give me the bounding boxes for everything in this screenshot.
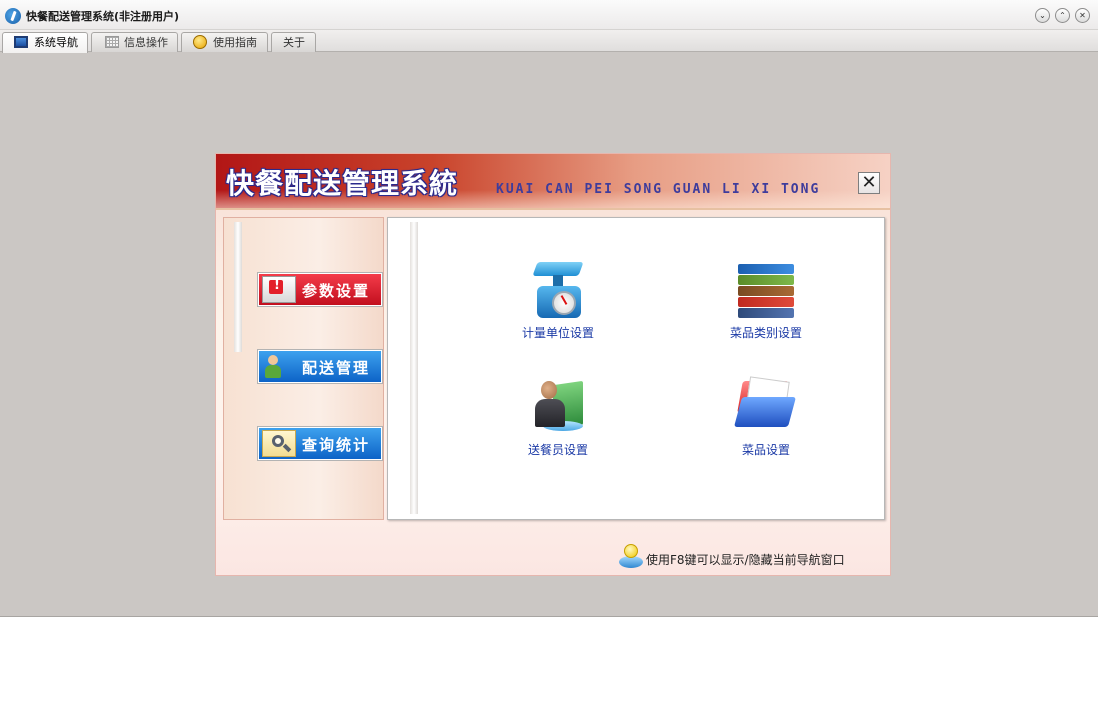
tab-info-operation[interactable]: 信息操作 (91, 32, 178, 52)
person-folder-icon (533, 375, 587, 437)
function-label: 菜品设置 (741, 443, 790, 457)
lightbulb-icon (619, 544, 643, 570)
decorative-stripe (234, 222, 242, 352)
app-logo-icon (5, 8, 21, 24)
chevron-down-icon[interactable]: ⌄ (1035, 8, 1050, 23)
delivery-person-icon (262, 353, 296, 380)
function-label: 送餐员设置 (527, 443, 588, 457)
tab-label: 系统导航 (34, 36, 78, 49)
panel-close-button[interactable]: ✕ (858, 172, 880, 194)
grid-icon (105, 36, 119, 48)
panel-subtitle: KUAI CAN PEI SONG GUAN LI XI TONG (496, 182, 821, 197)
tab-about[interactable]: 关于 (271, 32, 316, 52)
function-courier-settings[interactable]: 送餐员设置 (498, 371, 618, 461)
menu-button-query-statistics[interactable]: 查询统计 (257, 426, 383, 461)
monitor-icon (14, 36, 28, 48)
books-icon (736, 258, 794, 320)
function-dish-category-settings[interactable]: 菜品类别设置 (706, 254, 826, 344)
function-unit-settings[interactable]: 计量单位设置 (498, 254, 618, 344)
tab-user-guide[interactable]: 使用指南 (181, 32, 268, 52)
tab-label: 使用指南 (213, 36, 257, 49)
menu-button-delivery-management[interactable]: 配送管理 (257, 349, 383, 384)
app-window: 快餐配送管理系统(非注册用户) ⌄ ⌃ ✕ 系统导航 信息操作 使用指南 关于 … (0, 0, 1098, 617)
window-title: 快餐配送管理系统(非注册用户) (26, 10, 180, 23)
title-bar: 快餐配送管理系统(非注册用户) ⌄ ⌃ ✕ (0, 0, 1098, 30)
function-content-area: 计量单位设置 菜品类别设置 送餐员设置 菜品设置 (387, 217, 885, 520)
function-label: 菜品类别设置 (729, 326, 802, 340)
tab-label: 关于 (283, 36, 305, 49)
menu-button-label: 参数设置 (302, 282, 371, 300)
menu-button-label: 配送管理 (302, 359, 371, 377)
scale-icon (532, 258, 587, 320)
function-dish-settings[interactable]: 菜品设置 (706, 371, 826, 461)
menu-button-label: 查询统计 (302, 436, 371, 454)
navigation-panel: 快餐配送管理系統 KUAI CAN PEI SONG GUAN LI XI TO… (215, 153, 891, 576)
menu-button-parameter-settings[interactable]: 参数设置 (257, 272, 383, 307)
close-icon[interactable]: ✕ (1075, 8, 1090, 23)
alert-monitor-icon (262, 276, 296, 303)
panel-header: 快餐配送管理系統 KUAI CAN PEI SONG GUAN LI XI TO… (216, 154, 890, 210)
menu-sidebar: 参数设置 配送管理 查询统计 (223, 217, 384, 520)
panel-title: 快餐配送管理系統 (226, 167, 459, 200)
chevron-up-icon[interactable]: ⌃ (1055, 8, 1070, 23)
smiley-icon (193, 35, 207, 49)
decorative-stripe (410, 222, 418, 514)
tab-system-navigation[interactable]: 系统导航 (2, 32, 88, 53)
search-icon (262, 430, 296, 457)
folder-icon (733, 375, 797, 437)
function-label: 计量单位设置 (521, 326, 594, 340)
hint-text: 使用F8键可以显示/隐藏当前导航窗口 (646, 553, 845, 567)
tab-label: 信息操作 (124, 36, 168, 49)
tab-bar: 系统导航 信息操作 使用指南 关于 (0, 30, 1098, 53)
